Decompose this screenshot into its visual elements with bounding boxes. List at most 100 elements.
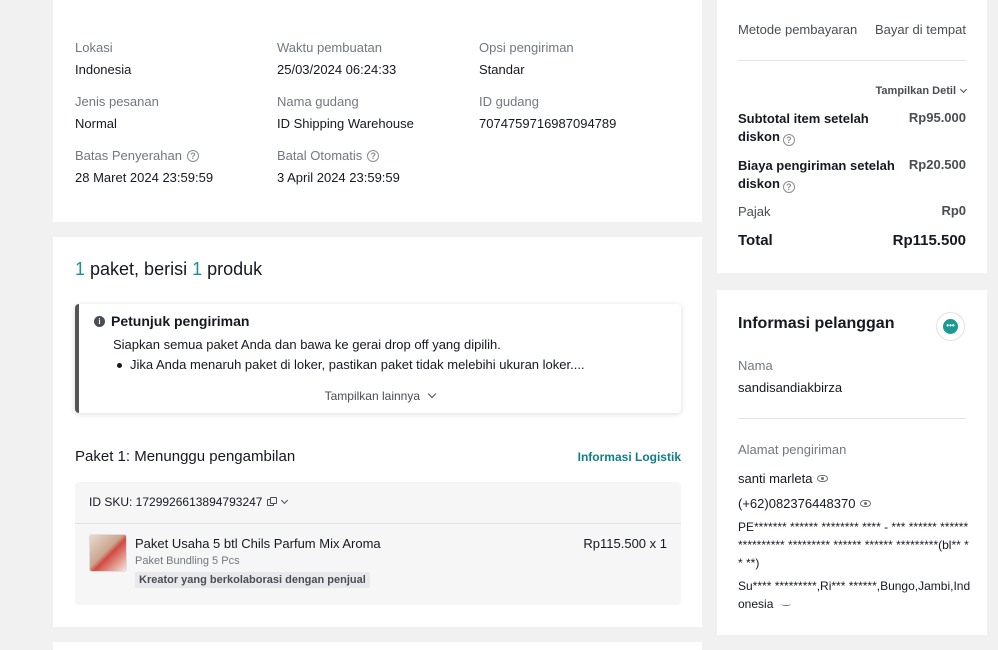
tax-value: Rp0 <box>941 203 966 218</box>
subtotal-label-wrap: Subtotal item setelah diskon? <box>738 110 898 146</box>
chevron-down-icon[interactable] <box>281 496 289 505</box>
show-detail-button[interactable]: Tampilkan Detil <box>875 85 968 97</box>
sku-row: ID SKU: 1729926613894793247 <box>89 495 289 509</box>
info-warehouse-id-value: 7074759716987094789 <box>479 116 617 131</box>
subtotal-value: Rp95.000 <box>908 110 966 125</box>
info-location-label: Lokasi <box>75 40 113 55</box>
recipient-phone: (+62)082376448370 <box>738 496 856 511</box>
package-summary-text: paket, berisi <box>85 259 193 279</box>
info-location-value: Indonesia <box>75 62 132 77</box>
payment-method-value: Bayar di tempat <box>874 22 966 37</box>
info-shipping-option-label: Opsi pengiriman <box>479 40 574 55</box>
info-warehouse-name-value: ID Shipping Warehouse <box>277 116 414 131</box>
package-status: Paket 1: Menunggu pengambilan <box>75 448 295 465</box>
chevron-down-icon <box>428 389 437 399</box>
info-auto-cancel-label-row: Batal Otomatis ? <box>277 148 400 163</box>
sku-box: ID SKU: 1729926613894793247 Paket Usaha … <box>75 482 681 605</box>
divider <box>738 60 966 61</box>
product-name[interactable]: Paket Usaha 5 btl Chils Parfum Mix Aroma <box>135 536 381 551</box>
next-card <box>53 642 702 650</box>
info-handover-deadline-label-row: Batas Penyerahan ? <box>75 148 213 163</box>
shipping-fee-row: Biaya pengiriman setelah diskon? Rp20.50… <box>738 157 966 193</box>
chat-button[interactable]: ••• <box>936 312 965 341</box>
package-status-text: Menunggu pengambilan <box>130 448 296 465</box>
address-line-2-wrap: Su**** *********,Ri*** ******,Bungo,Jamb… <box>738 577 973 613</box>
shipping-tips-title: Petunjuk pengiriman <box>111 313 250 329</box>
package-count: 1 <box>75 259 86 279</box>
product-count: 1 <box>192 259 203 279</box>
eye-closed-icon[interactable] <box>780 602 791 606</box>
info-auto-cancel-value: 3 April 2024 23:59:59 <box>277 170 400 185</box>
total-value: Rp115.500 <box>892 232 966 249</box>
eye-icon[interactable] <box>817 475 829 482</box>
shipping-fee-value: Rp20.500 <box>908 157 966 172</box>
chat-icon: ••• <box>943 319 958 334</box>
package-summary-title: 1 paket, berisi 1 produk <box>75 259 262 280</box>
shipping-address-label: Alamat pengiriman <box>738 442 847 457</box>
subtotal-row: Subtotal item setelah diskon? Rp95.000 <box>738 110 966 146</box>
chevron-down-icon <box>959 85 968 94</box>
info-shipping-option: Opsi pengiriman Standar <box>479 40 574 77</box>
shipping-tips-bullet-text: Jika Anda menaruh paket di loker, pastik… <box>130 357 585 372</box>
recipient-name: santi marleta <box>738 471 813 486</box>
info-created-time: Waktu pembuatan 25/03/2024 06:24:33 <box>277 40 396 77</box>
help-icon[interactable]: ? <box>782 181 795 193</box>
info-handover-deadline: Batas Penyerahan ? 28 Maret 2024 23:59:5… <box>75 148 213 185</box>
customer-info-title: Informasi pelanggan <box>738 315 895 332</box>
show-detail-label: Tampilkan Detil <box>875 85 956 97</box>
divider <box>738 418 966 419</box>
customer-card: Informasi pelanggan ••• Nama sandisandia… <box>717 290 987 635</box>
product-variant: Paket Bundling 5 Pcs <box>135 555 240 567</box>
info-handover-deadline-value: 28 Maret 2024 23:59:59 <box>75 170 214 185</box>
copy-icon[interactable] <box>267 497 278 507</box>
show-more-label: Tampilkan lainnya <box>324 389 421 403</box>
payment-card: Metode pembayaran Bayar di tempat Tampil… <box>717 0 987 273</box>
total-row: Total Rp115.500 <box>738 232 966 250</box>
shipping-tips-bullet: Jika Anda menaruh paket di loker, pastik… <box>117 357 585 372</box>
package-card: 1 paket, berisi 1 produk i Petunjuk peng… <box>53 237 702 627</box>
address-line-1: PE******* ****** ******** **** - *** ***… <box>738 520 969 570</box>
tax-row: Pajak Rp0 <box>738 203 966 221</box>
logistic-info-link[interactable]: Informasi Logistik <box>578 450 681 464</box>
info-handover-deadline-label: Batas Penyerahan <box>75 148 182 163</box>
bullet-icon <box>117 363 122 368</box>
subtotal-label: Subtotal item setelah diskon <box>738 111 869 144</box>
info-warehouse-id: ID gudang 7074759716987094789 <box>479 94 616 131</box>
customer-name-value: sandisandiakbirza <box>738 380 843 395</box>
package-label: Paket 1: <box>75 448 131 465</box>
payment-method-row: Metode pembayaran Bayar di tempat <box>738 22 966 37</box>
shipping-tips-box: i Petunjuk pengiriman Siapkan semua pake… <box>75 304 681 413</box>
info-warehouse-id-label: ID gudang <box>479 94 539 109</box>
order-info-card: Lokasi Indonesia Waktu pembuatan 25/03/2… <box>53 0 702 222</box>
sku-id: ID SKU: 1729926613894793247 <box>89 495 263 509</box>
help-icon[interactable]: ? <box>186 149 199 162</box>
info-created-time-value: 25/03/2024 06:24:33 <box>277 62 397 77</box>
total-label: Total <box>738 232 773 249</box>
info-location: Lokasi Indonesia <box>75 40 131 77</box>
eye-icon[interactable] <box>860 500 872 507</box>
shipping-fee-label-wrap: Biaya pengiriman setelah diskon? <box>738 157 898 193</box>
info-warehouse-name: Nama gudang ID Shipping Warehouse <box>277 94 414 131</box>
info-auto-cancel-label: Batal Otomatis <box>277 148 363 163</box>
shipping-tips-header: i Petunjuk pengiriman <box>94 313 249 329</box>
info-order-type-label: Jenis pesanan <box>75 94 159 109</box>
help-icon[interactable]: ? <box>367 149 380 162</box>
product-image[interactable] <box>89 534 127 572</box>
info-warehouse-name-label: Nama gudang <box>277 94 359 109</box>
product-price: Rp115.500 x 1 <box>583 536 667 551</box>
package-summary-end: produk <box>202 259 263 279</box>
address-line-2: Su**** *********,Ri*** ******,Bungo,Jamb… <box>738 579 971 611</box>
show-more-button[interactable]: Tampilkan lainnya <box>79 389 681 403</box>
info-created-time-label: Waktu pembuatan <box>277 40 383 55</box>
phone-row: (+62)082376448370 <box>738 496 872 511</box>
creator-tag: Kreator yang berkolaborasi dengan penjua… <box>135 572 370 588</box>
help-icon[interactable]: ? <box>782 134 795 146</box>
info-shipping-option-value: Standar <box>479 62 525 77</box>
customer-name-label: Nama <box>738 358 773 373</box>
info-icon: i <box>94 315 105 327</box>
tax-label: Pajak <box>738 204 771 219</box>
recipient-row: santi marleta <box>738 471 829 486</box>
info-order-type-value: Normal <box>75 116 117 131</box>
shipping-tips-line: Siapkan semua paket Anda dan bawa ke ger… <box>113 337 501 352</box>
info-order-type: Jenis pesanan Normal <box>75 94 159 131</box>
